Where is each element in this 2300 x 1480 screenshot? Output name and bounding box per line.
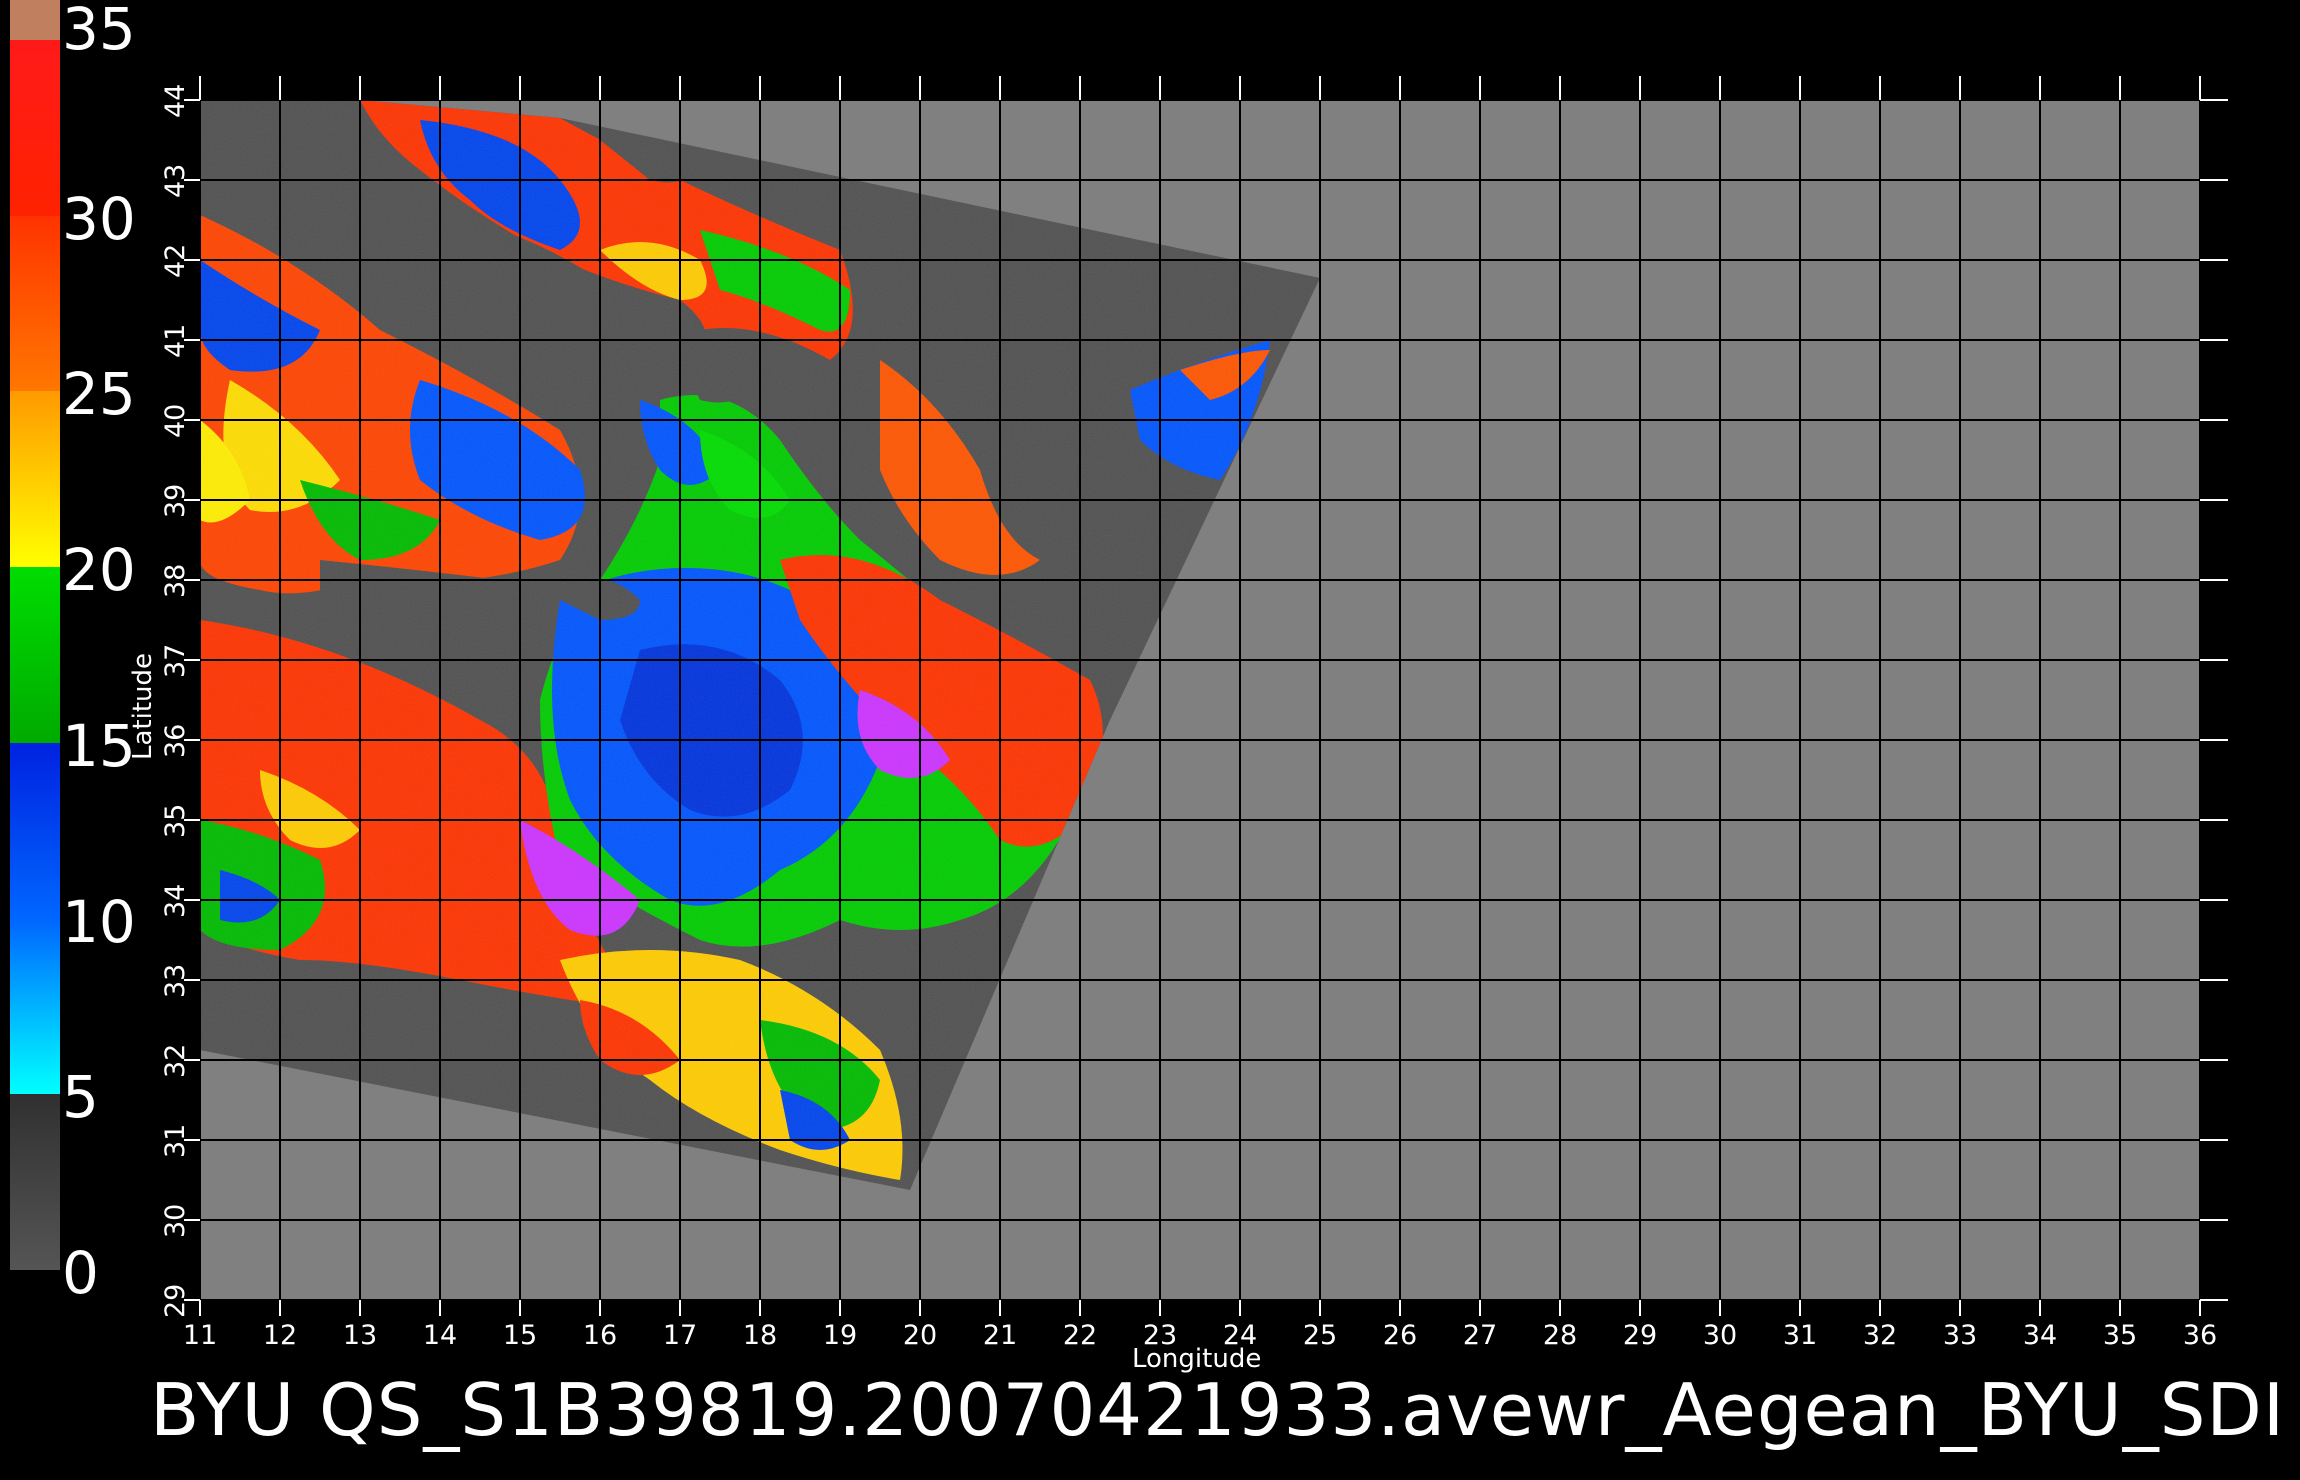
lon-tick-label: 14: [422, 1320, 458, 1351]
lon-tick-label: 17: [662, 1320, 698, 1351]
map-figure: 35 30 25 20 15 10 5 0 11 12 13 14 15 16 17 18 19 20 21 22 2…: [0, 0, 2300, 1480]
lon-tick-label: 36: [2182, 1320, 2218, 1351]
lat-tick-label: 33: [160, 963, 191, 998]
lat-tick-label: 38: [160, 563, 191, 598]
colorbar-segment: [10, 567, 60, 743]
lat-tick-label: 30: [160, 1203, 191, 1238]
lat-tick-label: 37: [160, 643, 191, 678]
colorbar-segment: [10, 40, 60, 216]
lon-tick-label: 18: [742, 1320, 778, 1351]
lat-tick-label: 31: [160, 1123, 191, 1158]
lat-tick-label: 43: [160, 163, 191, 198]
lat-tick-label: 39: [160, 483, 191, 518]
lon-tick-label: 21: [982, 1320, 1018, 1351]
lon-tick-label: 30: [1702, 1320, 1738, 1351]
lat-tick-label: 29: [160, 1283, 191, 1318]
lon-tick-label: 28: [1542, 1320, 1578, 1351]
y-axis-label: Latitude: [128, 652, 158, 760]
lon-tick-label: 26: [1382, 1320, 1418, 1351]
colorbar-segment: [10, 742, 60, 919]
colorbar-label: 30: [62, 184, 136, 253]
lon-tick-label: 31: [1782, 1320, 1818, 1351]
colorbar-segment: [10, 1094, 60, 1270]
lat-tick-label: 36: [160, 723, 191, 758]
lon-tick-label: 25: [1302, 1320, 1338, 1351]
lon-tick-label: 20: [902, 1320, 938, 1351]
figure-title: BYU QS_S1B39819.20070421933.avewr_Aegean…: [150, 1368, 2286, 1452]
lon-tick-label: 32: [1862, 1320, 1898, 1351]
lon-tick-label: 22: [1062, 1320, 1098, 1351]
lon-tick-label: 33: [1942, 1320, 1978, 1351]
colorbar-label: 10: [62, 887, 136, 956]
lon-tick-label: 35: [2102, 1320, 2138, 1351]
lon-tick-label: 12: [262, 1320, 298, 1351]
lat-tick-label: 32: [160, 1043, 191, 1078]
colorbar-segment: [10, 918, 60, 1095]
colorbar-segment: [10, 215, 60, 392]
colorbar-label: 25: [62, 360, 136, 429]
colorbar-label: 5: [62, 1063, 99, 1132]
lon-tick-label: 27: [1462, 1320, 1498, 1351]
colorbar-label: 0: [62, 1239, 99, 1307]
lon-tick-label: 16: [582, 1320, 618, 1351]
lat-tick-label: 40: [160, 403, 191, 438]
colorbar-label: 35: [62, 0, 136, 63]
colorbar-label: 20: [62, 536, 136, 605]
lon-tick-label: 15: [502, 1320, 538, 1351]
colorbar-cap: [10, 0, 60, 40]
lon-tick-label: 19: [822, 1320, 858, 1351]
lat-tick-label: 34: [160, 883, 191, 918]
lon-tick-label: 34: [2022, 1320, 2058, 1351]
lon-tick-label: 13: [342, 1320, 378, 1351]
lon-tick-label: 29: [1622, 1320, 1658, 1351]
wind-speed-map: [184, 76, 2228, 1316]
colorbar-segment: [10, 391, 60, 568]
lat-tick-label: 44: [160, 83, 191, 118]
lat-tick-label: 41: [160, 323, 191, 358]
lon-tick-label: 11: [182, 1320, 218, 1351]
colorbar-label: 15: [62, 711, 136, 780]
lat-tick-label: 35: [160, 803, 191, 838]
lat-tick-label: 42: [160, 243, 191, 278]
